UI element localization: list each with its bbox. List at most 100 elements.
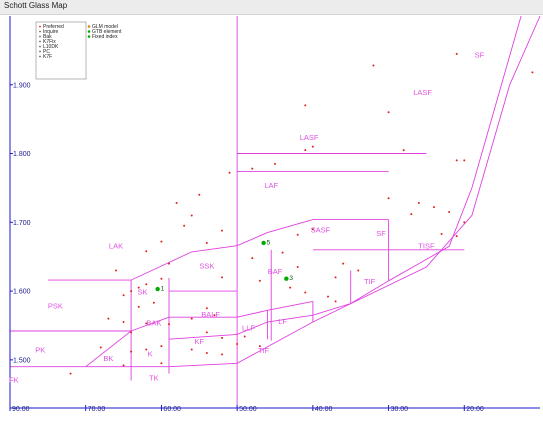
glass-point[interactable] bbox=[289, 286, 292, 289]
glass-point[interactable] bbox=[463, 159, 466, 162]
boundary-line bbox=[168, 15, 541, 368]
region-label: SF bbox=[376, 229, 386, 238]
glass-point[interactable] bbox=[334, 300, 337, 303]
glass-point[interactable] bbox=[145, 250, 148, 253]
glass-point[interactable] bbox=[190, 214, 193, 217]
glass-point[interactable] bbox=[130, 350, 133, 353]
x-tick-label: 40.00 bbox=[315, 406, 333, 413]
glass-point[interactable] bbox=[168, 262, 170, 265]
region-label: PSK bbox=[48, 301, 63, 310]
glass-point[interactable] bbox=[448, 211, 451, 213]
glass-point[interactable] bbox=[107, 317, 110, 320]
glass-point[interactable] bbox=[455, 52, 458, 55]
x-tick-label: 60.00 bbox=[163, 406, 181, 413]
glass-point[interactable] bbox=[137, 286, 140, 289]
glass-point[interactable] bbox=[417, 202, 420, 205]
glass-point[interactable] bbox=[357, 269, 360, 272]
glass-point[interactable] bbox=[455, 159, 458, 162]
legend-marker bbox=[39, 30, 41, 33]
region-label: SK bbox=[137, 288, 147, 297]
glass-point[interactable] bbox=[258, 345, 261, 348]
glass-point[interactable] bbox=[130, 331, 133, 334]
glass-point[interactable] bbox=[160, 240, 163, 243]
glass-map-chart[interactable]: 1.500 1.600 1.700 1.800 1.900 90.00 70.00 60.00… bbox=[0, 0, 543, 425]
fixed-point[interactable] bbox=[284, 276, 289, 281]
glass-point[interactable] bbox=[160, 345, 163, 348]
glass-point[interactable] bbox=[221, 336, 223, 339]
glass-point[interactable] bbox=[175, 202, 178, 205]
glass-point[interactable] bbox=[221, 229, 223, 232]
glass-point[interactable] bbox=[387, 111, 390, 114]
fixed-point[interactable] bbox=[155, 286, 160, 292]
region-label: BK bbox=[103, 354, 113, 363]
glass-point[interactable] bbox=[205, 331, 208, 334]
glass-point[interactable] bbox=[205, 351, 208, 354]
glass-point[interactable] bbox=[281, 251, 284, 254]
y-tick-label: 1.500 bbox=[13, 357, 31, 364]
glass-point[interactable] bbox=[99, 346, 102, 349]
glass-point[interactable] bbox=[160, 277, 163, 280]
fixed-point[interactable] bbox=[261, 240, 266, 246]
glass-point[interactable] bbox=[145, 283, 148, 286]
glass-point[interactable] bbox=[236, 343, 239, 346]
glass-point[interactable] bbox=[251, 257, 254, 260]
glass-point[interactable] bbox=[402, 149, 405, 152]
glass-point[interactable] bbox=[205, 307, 208, 310]
x-tick-label: 30.00 bbox=[391, 406, 409, 413]
glass-point[interactable] bbox=[311, 145, 314, 148]
fixed-point-label: 1 bbox=[161, 286, 165, 293]
glass-point[interactable] bbox=[311, 228, 314, 231]
circle-icon bbox=[87, 30, 91, 33]
glass-point[interactable] bbox=[531, 71, 534, 74]
glass-points[interactable] bbox=[69, 52, 534, 375]
legend-marker bbox=[39, 35, 41, 38]
glass-point[interactable] bbox=[334, 276, 337, 279]
glass-point[interactable] bbox=[455, 235, 458, 238]
x-tick-label: 50.00 bbox=[239, 406, 257, 413]
glass-point[interactable] bbox=[122, 321, 125, 324]
region-label: LASF bbox=[413, 88, 432, 97]
glass-point[interactable] bbox=[251, 167, 254, 170]
region-label: LLF bbox=[242, 323, 255, 332]
glass-point[interactable] bbox=[168, 323, 170, 326]
axes: 1.500 1.600 1.700 1.800 1.900 90.00 70.00 60.00… bbox=[9, 16, 540, 413]
glass-point[interactable] bbox=[122, 364, 125, 367]
glass-point[interactable] bbox=[410, 213, 413, 216]
glass-point[interactable] bbox=[115, 269, 117, 272]
glass-point[interactable] bbox=[183, 224, 186, 227]
glass-point[interactable] bbox=[304, 104, 307, 107]
glass-point[interactable] bbox=[228, 171, 231, 174]
glass-point[interactable] bbox=[387, 197, 390, 200]
glass-point[interactable] bbox=[372, 64, 375, 67]
glass-point[interactable] bbox=[137, 305, 140, 308]
legend-marker bbox=[39, 45, 41, 48]
glass-point[interactable] bbox=[221, 276, 223, 279]
x-tick-label: 20.00 bbox=[466, 406, 484, 413]
glass-point[interactable] bbox=[304, 291, 307, 294]
glass-point[interactable] bbox=[190, 348, 193, 351]
glass-point[interactable] bbox=[145, 348, 148, 351]
glass-point[interactable] bbox=[69, 372, 72, 375]
glass-point[interactable] bbox=[304, 149, 307, 152]
glass-point[interactable] bbox=[243, 335, 246, 338]
glass-point[interactable] bbox=[327, 295, 329, 298]
glass-point[interactable] bbox=[342, 262, 345, 265]
glass-point[interactable] bbox=[152, 301, 155, 304]
glass-point[interactable] bbox=[198, 193, 201, 196]
glass-point[interactable] bbox=[463, 221, 466, 224]
glass-point[interactable] bbox=[190, 317, 193, 320]
glass-point[interactable] bbox=[296, 233, 299, 236]
glass-point[interactable] bbox=[440, 233, 443, 236]
glass-point[interactable] bbox=[296, 266, 299, 269]
glass-point[interactable] bbox=[213, 314, 216, 317]
y-tick-label: 1.900 bbox=[13, 82, 31, 89]
glass-point[interactable] bbox=[433, 206, 435, 209]
glass-point[interactable] bbox=[130, 290, 133, 293]
glass-point[interactable] bbox=[145, 322, 148, 325]
glass-point[interactable] bbox=[160, 362, 163, 365]
glass-point[interactable] bbox=[205, 241, 208, 244]
glass-point[interactable] bbox=[122, 294, 125, 297]
glass-point[interactable] bbox=[258, 279, 261, 282]
glass-point[interactable] bbox=[221, 353, 223, 356]
glass-point[interactable] bbox=[274, 162, 276, 165]
